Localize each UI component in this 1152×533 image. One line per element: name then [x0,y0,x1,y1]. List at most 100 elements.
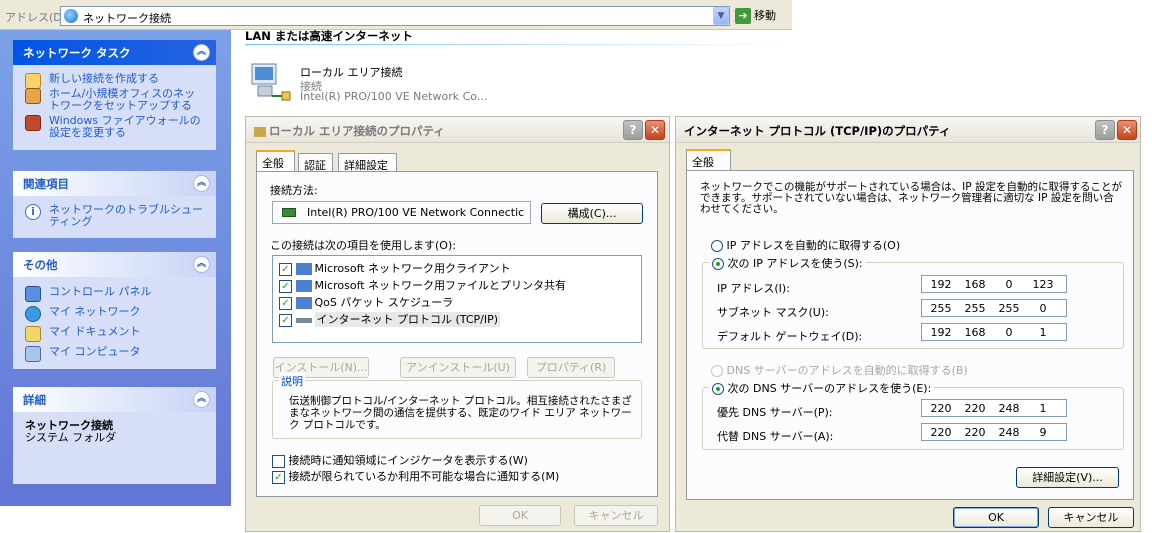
tab-general[interactable]: 全般 [686,149,731,170]
my-documents-icon [25,326,41,342]
manual-ip-label: 次の IP アドレスを使う(S): [727,257,863,270]
lan-dialog-titlebar[interactable]: ローカル エリア接続のプロパティ ? ✕ [246,117,669,143]
help-icon[interactable]: ? [1095,120,1115,140]
show-icon-label: 接続時に通知領域にインジケータを表示する(W) [288,454,528,467]
lan-ok-button[interactable]: OK [479,505,561,526]
lan-connection-icon[interactable] [248,60,292,104]
checkbox[interactable]: ✓ [279,313,292,327]
preferred-dns-field[interactable]: 220 220 248 1 [921,399,1067,417]
ip-octet: 192 [930,326,952,339]
notify-option[interactable]: ✓ 接続が限られているか利用不可能な場合に通知する(M) [272,468,559,484]
list-item[interactable]: ✓ Microsoft ネットワーク用クライアント [279,260,511,276]
auto-ip-radio[interactable] [711,240,723,252]
address-value: ネットワーク接続 [83,12,171,25]
collapse-icon[interactable]: ︽ [193,44,210,61]
checkbox[interactable]: ✓ [279,262,292,276]
link-label: コントロール パネル [49,285,152,298]
items-label: この接続は次の項目を使用します(O): [270,239,456,252]
ip-octet: 168 [964,326,986,339]
list-item[interactable]: ✓ QoS パケット スケジューラ [279,294,453,310]
ip-octet: 0 [1039,302,1047,315]
manual-dns-label: 次の DNS サーバーのアドレスを使う(E): [727,382,932,395]
close-icon[interactable]: ✕ [1117,120,1137,140]
subnet-mask-field[interactable]: 255 255 255 0 [921,299,1067,317]
task-create-connection[interactable]: 新しい接続を作成する [25,73,206,89]
manual-ip-radio[interactable] [712,258,724,270]
ip-label: IP アドレス(I): [717,282,790,295]
task-setup-home-network[interactable]: ホーム/小規模オフィスのネットワークをセットアップする [25,88,206,112]
go-label: 移動 [754,9,776,22]
components-list[interactable]: ✓ Microsoft ネットワーク用クライアント ✓ Microsoft ネッ… [272,255,642,343]
lan-cancel-button[interactable]: キャンセル [574,505,658,526]
tcpip-dialog-titlebar[interactable]: インターネット プロトコル (TCP/IP)のプロパティ ? ✕ [676,117,1140,143]
link-my-computer[interactable]: マイ コンピュータ [25,345,206,362]
ip-octet: 168 [964,278,986,291]
new-connection-icon [25,73,41,89]
task-pane: ネットワーク タスク ︽ 新しい接続を作成する ホーム/小規模オフィスのネットワー… [0,30,231,506]
collapse-icon[interactable]: ︽ [193,256,210,273]
alternate-dns-field[interactable]: 220 220 248 9 [921,423,1067,441]
uninstall-button[interactable]: アンインストール(U) [400,357,516,378]
ip-octet: 220 [930,402,952,415]
details-header[interactable]: 詳細 ︽ [13,387,216,412]
show-icon-option[interactable]: 接続時に通知領域にインジケータを表示する(W) [272,452,528,468]
ip-octet: 1 [1039,402,1047,415]
ip-octet: 248 [998,426,1020,439]
link-my-documents[interactable]: マイ ドキュメント [25,326,206,342]
checkbox[interactable]: ✓ [279,279,292,293]
address-label: アドレス(D) [5,11,67,24]
ip-octet: 220 [964,426,986,439]
link-control-panel[interactable]: コントロール パネル [25,285,206,302]
manual-dns-radio[interactable] [712,383,724,395]
lan-general-panel: 接続方法: Intel(R) PRO/100 VE Network Connec… [256,171,658,497]
link-label: マイ コンピュータ [49,345,141,358]
auto-dns-radio[interactable] [711,365,723,377]
manual-ip-option[interactable]: 次の IP アドレスを使う(S): [709,255,866,271]
help-icon[interactable]: ? [623,120,643,140]
details-title: 詳細 [23,393,46,407]
tab-general[interactable]: 全般 [256,150,295,171]
alternate-dns-label: 代替 DNS サーバー(A): [717,430,834,443]
address-input[interactable]: ネットワーク接続 [60,6,730,26]
link-my-network[interactable]: マイ ネットワーク [25,306,206,322]
default-gateway-field[interactable]: 192 168 0 1 [921,323,1067,341]
task-label: Windows ファイアウォールの設定を変更する [49,114,201,139]
ip-octet: 220 [930,426,952,439]
related-header[interactable]: 関連項目 ︽ [13,171,216,196]
configure-button[interactable]: 構成(C)... [541,203,643,224]
notify-checkbox[interactable]: ✓ [272,470,285,484]
ip-octet: 248 [998,402,1020,415]
properties-button[interactable]: プロパティ(R) [527,357,615,378]
tcpip-cancel-button[interactable]: キャンセル [1048,507,1134,528]
tab-authentication[interactable]: 認証 [298,153,333,172]
firewall-icon [25,115,41,131]
list-item[interactable]: ✓ Microsoft ネットワーク用ファイルとプリンタ共有 [279,277,566,293]
show-icon-checkbox[interactable] [272,454,285,468]
close-icon[interactable]: ✕ [645,120,665,140]
tab-advanced[interactable]: 詳細設定 [338,153,397,172]
connection-device: Intel(R) PRO/100 VE Network Co... [300,90,488,103]
task-troubleshoot[interactable]: i ネットワークのトラブルシューティング [25,204,206,228]
preferred-dns-label: 優先 DNS サーバー(P): [717,406,833,419]
collapse-icon[interactable]: ︽ [193,391,210,408]
list-item-selected[interactable]: ✓ インターネット プロトコル (TCP/IP) [279,311,501,327]
tcpip-ok-button[interactable]: OK [953,507,1039,528]
manual-dns-option[interactable]: 次の DNS サーバーのアドレスを使う(E): [709,380,935,396]
advanced-button[interactable]: 詳細設定(V)... [1016,467,1119,488]
ip-address-field[interactable]: 192 168 0 123 [921,275,1067,293]
checkbox[interactable]: ✓ [279,296,292,310]
other-places-header[interactable]: その他 ︽ [13,252,216,277]
item-label: QoS パケット スケジューラ [314,296,454,309]
collapse-icon[interactable]: ︽ [193,175,210,192]
go-button[interactable]: ➔ 移動 [735,7,776,24]
address-bar: アドレス(D) ネットワーク接続 ▼ ➔ 移動 [0,0,792,30]
auto-ip-option[interactable]: IP アドレスを自動的に取得する(O) [711,237,900,253]
auto-dns-option[interactable]: DNS サーバーのアドレスを自動的に取得する(B) [711,362,968,378]
ip-octet: 255 [998,302,1020,315]
task-firewall-settings[interactable]: Windows ファイアウォールの設定を変更する [25,115,206,139]
info-icon: i [25,204,41,220]
qos-icon [295,297,312,309]
task-label: ホーム/小規模オフィスのネットワークをセットアップする [49,87,196,112]
chevron-down-icon[interactable]: ▼ [713,7,729,25]
network-tasks-header[interactable]: ネットワーク タスク ︽ [13,40,216,65]
